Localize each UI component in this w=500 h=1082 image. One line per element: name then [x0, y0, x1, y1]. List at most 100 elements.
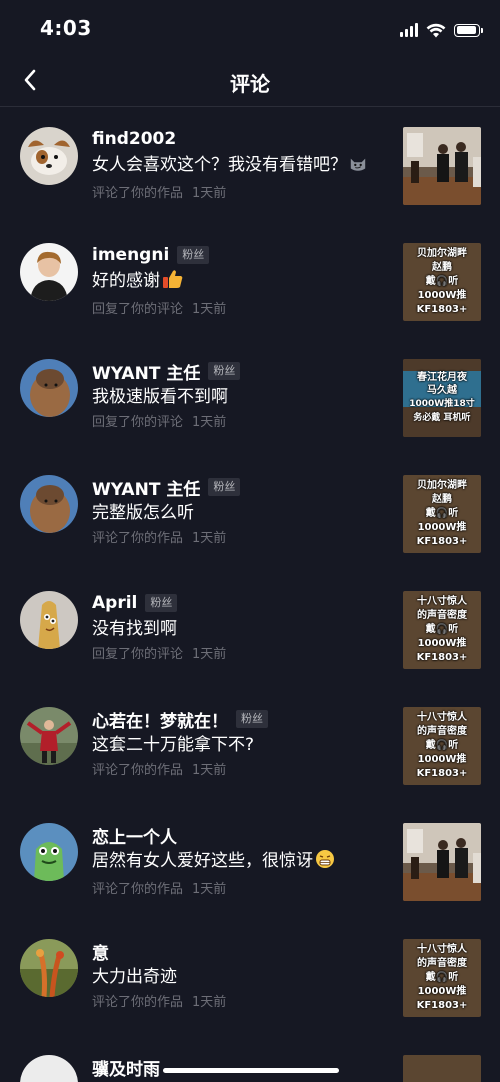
video-thumbnail[interactable]: 十八寸惊人 的声音密度 戴🎧听 1000W推 KF1803+	[403, 591, 481, 669]
comment-item[interactable]: 恋上一个人 居然有女人爱好这些，很惊讶 评论了你的作品 1天前	[0, 803, 500, 919]
thumbnail-caption: 赵鹏	[432, 494, 452, 505]
comment-time: 1天前	[192, 186, 227, 201]
video-thumbnail[interactable]	[403, 1055, 481, 1082]
comment-action: 评论了你的作品	[92, 763, 184, 778]
avatar[interactable]	[20, 243, 78, 301]
video-thumbnail[interactable]: 十八寸惊人 的声音密度 戴🎧听 1000W推 KF1803+	[403, 939, 481, 1017]
username[interactable]: find2002	[92, 129, 176, 149]
page-title: 评论	[230, 72, 270, 96]
comment-time: 1天前	[192, 995, 227, 1010]
thumbnail-caption: 春江花月夜	[417, 372, 467, 383]
comment-meta: 回复了你的评论 1天前	[92, 298, 382, 317]
comment-time: 1天前	[192, 763, 227, 778]
comment-item[interactable]: 心若在！梦就在！ 粉丝 这套二十万能拿下不? 评论了你的作品 1天前 十八寸惊人…	[0, 687, 500, 803]
avatar[interactable]	[20, 823, 78, 881]
thumbnail-caption: 贝加尔湖畔	[417, 480, 467, 491]
comment-text: 没有找到啊	[92, 619, 177, 639]
fan-badge: 粉丝	[177, 246, 210, 264]
comment-time: 1天前	[192, 531, 227, 546]
avatar[interactable]	[20, 475, 78, 533]
video-thumbnail[interactable]: 春江花月夜 马久越 1000W推18寸 务必戴 耳机听	[403, 359, 481, 437]
thumbnail-caption: 戴🎧听	[425, 624, 459, 635]
thumbnail-caption: 1000W推	[417, 290, 467, 301]
username[interactable]: WYANT 主任	[92, 475, 200, 500]
comment-time: 1天前	[192, 415, 227, 430]
comment-text: 完整版怎么听	[92, 503, 194, 523]
comment-text: 女人会喜欢这个？我没有看错吧？	[92, 153, 382, 180]
username[interactable]: April	[92, 593, 137, 613]
comment-content: WYANT 主任 粉丝 我极速版看不到啊 回复了你的评论 1天前	[92, 359, 382, 430]
thumbnail-caption: 十八寸惊人	[417, 596, 467, 607]
comment-item[interactable]: imengni 粉丝 好的感谢 回复了你的评论 1天前 贝加尔湖畔 赵鹏 戴🎧听…	[0, 223, 500, 339]
smirk-cat-emoji-icon	[349, 155, 367, 180]
battery-icon	[454, 23, 483, 37]
comment-action: 评论了你的作品	[92, 531, 184, 546]
video-thumbnail[interactable]	[403, 127, 481, 205]
comment-item[interactable]: find2002 女人会喜欢这个？我没有看错吧？ 评论了你的作品 1天前	[0, 107, 500, 223]
thumbnail-caption: 十八寸惊人	[417, 712, 467, 723]
comment-action: 回复了你的评论	[92, 302, 184, 317]
comment-time: 1天前	[192, 647, 227, 662]
thumbnail-caption: 戴🎧听	[425, 508, 459, 519]
thumbnail-caption: KF1803+	[416, 1000, 468, 1011]
username[interactable]: 骥及时雨	[92, 1055, 160, 1080]
username[interactable]: imengni	[92, 245, 169, 265]
thumbnail-caption: KF1803+	[416, 652, 468, 663]
avatar[interactable]	[20, 939, 78, 997]
thumbnail-caption: KF1803+	[416, 536, 468, 547]
thumbnail-caption: KF1803+	[416, 768, 468, 779]
thumbnail-caption: 1000W推	[417, 638, 467, 649]
thumbnail-caption: 十八寸惊人	[417, 944, 467, 955]
video-thumbnail[interactable]: 贝加尔湖畔 赵鹏 戴🎧听 1000W推 KF1803+	[403, 475, 481, 553]
status-bar: 4:03	[0, 0, 500, 60]
comment-time: 1天前	[192, 882, 227, 897]
nav-bar: 评论	[0, 56, 500, 107]
avatar[interactable]	[20, 707, 78, 765]
comment-content: 意 大力出奇迹 评论了你的作品 1天前	[92, 939, 382, 1011]
thumbnail-caption: 1000W推18寸	[409, 399, 475, 409]
comment-text: 我极速版看不到啊	[92, 387, 228, 407]
comment-meta: 评论了你的作品 1天前	[92, 527, 382, 546]
thumbnail-caption: 戴🎧听	[425, 972, 459, 983]
thumbnail-caption: 戴🎧听	[425, 740, 459, 751]
avatar[interactable]	[20, 591, 78, 649]
comment-item[interactable]: 骥及时雨	[0, 1035, 500, 1082]
comment-content: 恋上一个人 居然有女人爱好这些，很惊讶 评论了你的作品 1天前	[92, 823, 382, 897]
avatar[interactable]	[20, 1055, 78, 1082]
fan-badge: 粉丝	[208, 478, 241, 496]
username[interactable]: 意	[92, 939, 109, 964]
grin-emoji-icon	[315, 849, 335, 876]
avatar[interactable]	[20, 127, 78, 185]
comment-meta: 回复了你的评论 1天前	[92, 643, 382, 662]
home-indicator[interactable]	[163, 1068, 339, 1073]
thumbnail-caption: 贝加尔湖畔	[417, 248, 467, 259]
comment-content: April 粉丝 没有找到啊 回复了你的评论 1天前	[92, 591, 382, 662]
status-icons	[400, 20, 483, 40]
comment-content: imengni 粉丝 好的感谢 回复了你的评论 1天前	[92, 243, 382, 317]
comment-content: 骥及时雨	[92, 1055, 382, 1080]
comment-action: 评论了你的作品	[92, 882, 184, 897]
fan-badge: 粉丝	[145, 594, 178, 612]
comment-content: find2002 女人会喜欢这个？我没有看错吧？ 评论了你的作品 1天前	[92, 127, 382, 201]
comment-item[interactable]: WYANT 主任 粉丝 完整版怎么听 评论了你的作品 1天前 贝加尔湖畔 赵鹏 …	[0, 455, 500, 571]
thumbs-up-emoji-icon	[162, 269, 184, 296]
comment-meta: 回复了你的评论 1天前	[92, 411, 382, 430]
comment-item[interactable]: 意 大力出奇迹 评论了你的作品 1天前 十八寸惊人 的声音密度 戴🎧听 1000…	[0, 919, 500, 1035]
fan-badge: 粉丝	[208, 362, 241, 380]
comment-action: 评论了你的作品	[92, 995, 184, 1010]
comment-text: 居然有女人爱好这些，很惊讶	[92, 849, 382, 876]
thumbnail-caption: 1000W推	[417, 754, 467, 765]
video-thumbnail[interactable]: 贝加尔湖畔 赵鹏 戴🎧听 1000W推 KF1803+	[403, 243, 481, 321]
avatar[interactable]	[20, 359, 78, 417]
username[interactable]: WYANT 主任	[92, 359, 200, 384]
thumbnail-caption: 的声音密度	[417, 958, 467, 969]
comment-content: WYANT 主任 粉丝 完整版怎么听 评论了你的作品 1天前	[92, 475, 382, 546]
username[interactable]: 心若在！梦就在！	[92, 707, 228, 732]
comment-meta: 评论了你的作品 1天前	[92, 182, 382, 201]
video-thumbnail[interactable]: 十八寸惊人 的声音密度 戴🎧听 1000W推 KF1803+	[403, 707, 481, 785]
comment-item[interactable]: April 粉丝 没有找到啊 回复了你的评论 1天前 十八寸惊人 的声音密度 戴…	[0, 571, 500, 687]
username[interactable]: 恋上一个人	[92, 823, 177, 848]
comment-item[interactable]: WYANT 主任 粉丝 我极速版看不到啊 回复了你的评论 1天前 春江花月夜 马…	[0, 339, 500, 455]
comment-text: 这套二十万能拿下不?	[92, 735, 255, 755]
video-thumbnail[interactable]	[403, 823, 481, 901]
